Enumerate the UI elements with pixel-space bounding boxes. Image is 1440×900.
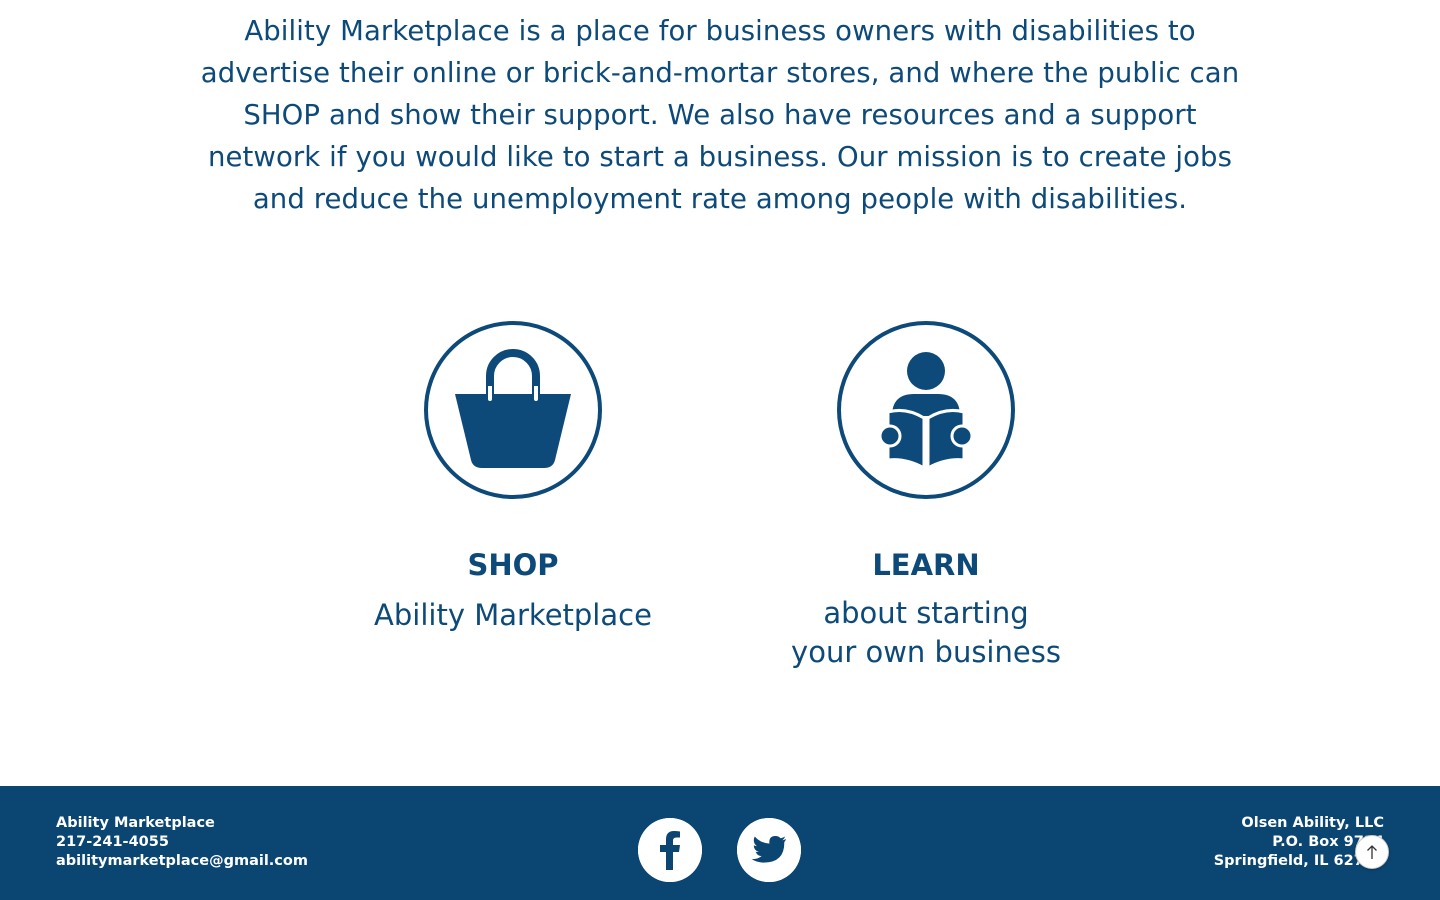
facebook-link[interactable] (638, 818, 702, 882)
footer-site-name: Ability Marketplace (56, 815, 215, 831)
footer-contact: Ability Marketplace 217-241-4055 ability… (56, 814, 308, 871)
footer-company: Olsen Ability, LLC (1241, 815, 1384, 831)
footer-email[interactable]: abilitymarketplace@gmail.com (56, 852, 308, 871)
learn-card[interactable]: LEARN about starting your own business (776, 320, 1076, 672)
shopping-bag-icon[interactable] (423, 320, 603, 500)
shop-card[interactable]: SHOP Ability Marketplace (363, 320, 663, 635)
shop-title[interactable]: SHOP (363, 548, 663, 582)
arrow-up-icon (1367, 845, 1377, 859)
twitter-link[interactable] (737, 818, 801, 882)
twitter-icon (737, 818, 801, 882)
facebook-icon (638, 818, 702, 882)
scroll-to-top-button[interactable] (1355, 835, 1389, 869)
shop-subtitle: Ability Marketplace (374, 598, 652, 632)
learn-subtitle-line-2: your own business (791, 635, 1061, 669)
learn-subtitle-line-1: about starting (823, 596, 1029, 630)
learn-subtitle: about starting your own business (776, 594, 1076, 672)
site-footer: Ability Marketplace 217-241-4055 ability… (0, 786, 1440, 900)
learn-title[interactable]: LEARN (776, 548, 1076, 582)
reading-person-icon[interactable] (836, 320, 1016, 500)
footer-phone[interactable]: 217-241-4055 (56, 833, 308, 852)
mission-statement: Ability Marketplace is a place for busin… (200, 15, 1240, 215)
